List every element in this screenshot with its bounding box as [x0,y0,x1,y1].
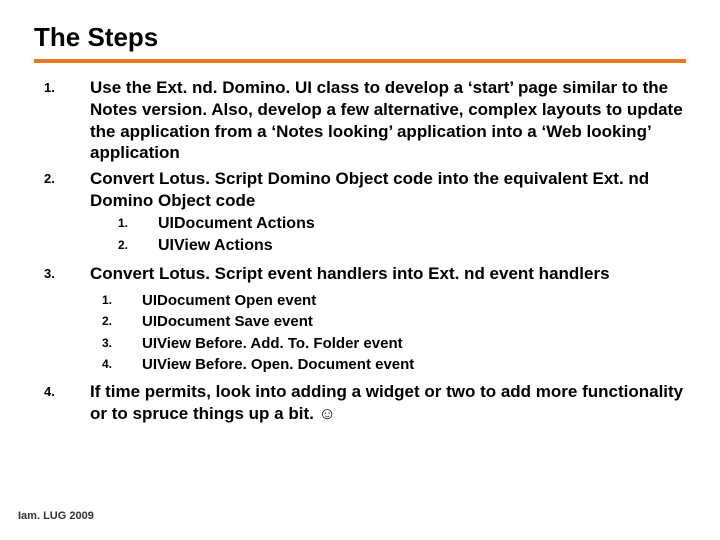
step-1: 1. Use the Ext. nd. Domino. UI class to … [34,77,686,164]
sub-number: 2. [102,312,142,332]
steps-list: 1. Use the Ext. nd. Domino. UI class to … [34,77,686,285]
sub-number: 2. [118,236,158,257]
sub-number: 1. [118,214,158,235]
title-rule [34,59,686,63]
step-3: 3. Convert Lotus. Script event handlers … [34,263,686,285]
sub-text: UIView Before. Add. To. Folder event [142,334,686,354]
step-text: Convert Lotus. Script event handlers int… [90,263,686,285]
slide-title: The Steps [34,22,686,53]
step-number: 4. [34,381,90,425]
list-item: 2. UIView Actions [118,236,686,257]
sub-number: 4. [102,355,142,375]
sub-text: UIView Actions [158,236,686,257]
step-number: 2. [34,168,90,259]
list-item: 1. UIDocument Actions [118,214,686,235]
step-2-text: Convert Lotus. Script Domino Object code… [90,169,649,210]
step-2: 2. Convert Lotus. Script Domino Object c… [34,168,686,259]
sub-number: 1. [102,291,142,311]
list-item: 4. UIView Before. Open. Document event [102,355,686,375]
step-2-sublist: 1. UIDocument Actions 2. UIView Actions [90,214,686,258]
step-number: 3. [34,263,90,285]
sub-text: UIDocument Save event [142,312,686,332]
step-number: 1. [34,77,90,164]
sub-text: UIDocument Actions [158,214,686,235]
step-text: Convert Lotus. Script Domino Object code… [90,168,686,259]
step-4: 4. If time permits, look into adding a w… [34,381,686,425]
step-text: Use the Ext. nd. Domino. UI class to dev… [90,77,686,164]
sub-text: UIDocument Open event [142,291,686,311]
footer-text: Iam. LUG 2009 [18,510,94,522]
list-item: 1. UIDocument Open event [102,291,686,311]
sub-number: 3. [102,334,142,354]
step-text: If time permits, look into adding a widg… [90,381,686,425]
list-item: 3. UIView Before. Add. To. Folder event [102,334,686,354]
step-3-sublist: 1. UIDocument Open event 2. UIDocument S… [34,291,686,375]
slide: The Steps 1. Use the Ext. nd. Domino. UI… [0,0,720,540]
steps-list-cont: 4. If time permits, look into adding a w… [34,381,686,425]
sub-text: UIView Before. Open. Document event [142,355,686,375]
list-item: 2. UIDocument Save event [102,312,686,332]
